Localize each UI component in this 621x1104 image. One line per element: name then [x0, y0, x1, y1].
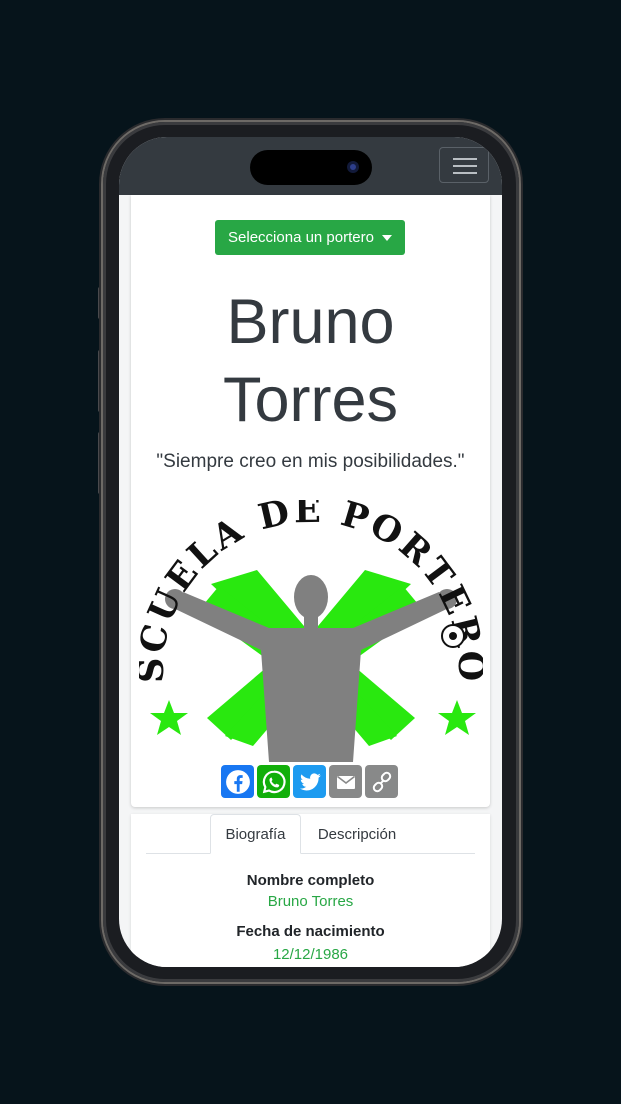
tab-biografia[interactable]: Biografía [210, 814, 301, 854]
twitter-icon[interactable] [293, 765, 326, 798]
camera-icon [347, 161, 359, 173]
escuela-de-porteros-logo: ESCUELA DE PORTEROS [139, 500, 483, 762]
birth-date-value: 12/12/1986 [272, 946, 349, 963]
player-quote: "Siempre creo en mis posibilidades." [156, 451, 465, 472]
dynamic-island [250, 150, 372, 185]
phone-screen: Selecciona un portero Bruno Torres "Siem… [119, 137, 502, 967]
volume-down-button [98, 432, 102, 494]
whatsapp-icon[interactable] [257, 765, 290, 798]
dropdown-label: Selecciona un portero [228, 229, 374, 246]
full-name-label: Nombre completo [246, 872, 375, 889]
facebook-icon[interactable] [221, 765, 254, 798]
player-info-panel: Biografía Descripción Nombre completo Br… [131, 814, 490, 967]
volume-up-button [98, 350, 102, 412]
player-name: Bruno Torres [131, 283, 490, 439]
player-last-name: Torres [222, 365, 399, 435]
email-icon[interactable] [329, 765, 362, 798]
power-button [519, 395, 523, 495]
full-name-value: Bruno Torres [267, 893, 354, 910]
share-buttons [221, 765, 398, 798]
caret-down-icon [381, 234, 392, 241]
copy-link-icon[interactable] [365, 765, 398, 798]
birth-date-label: Fecha de nacimiento [236, 923, 385, 940]
action-button [98, 287, 102, 319]
tab-descripcion[interactable]: Descripción [307, 814, 407, 854]
player-card: Selecciona un portero Bruno Torres "Siem… [131, 195, 490, 807]
player-first-name: Bruno [226, 287, 395, 357]
select-goalkeeper-dropdown[interactable]: Selecciona un portero [215, 220, 405, 255]
hamburger-menu-icon[interactable] [439, 147, 489, 183]
